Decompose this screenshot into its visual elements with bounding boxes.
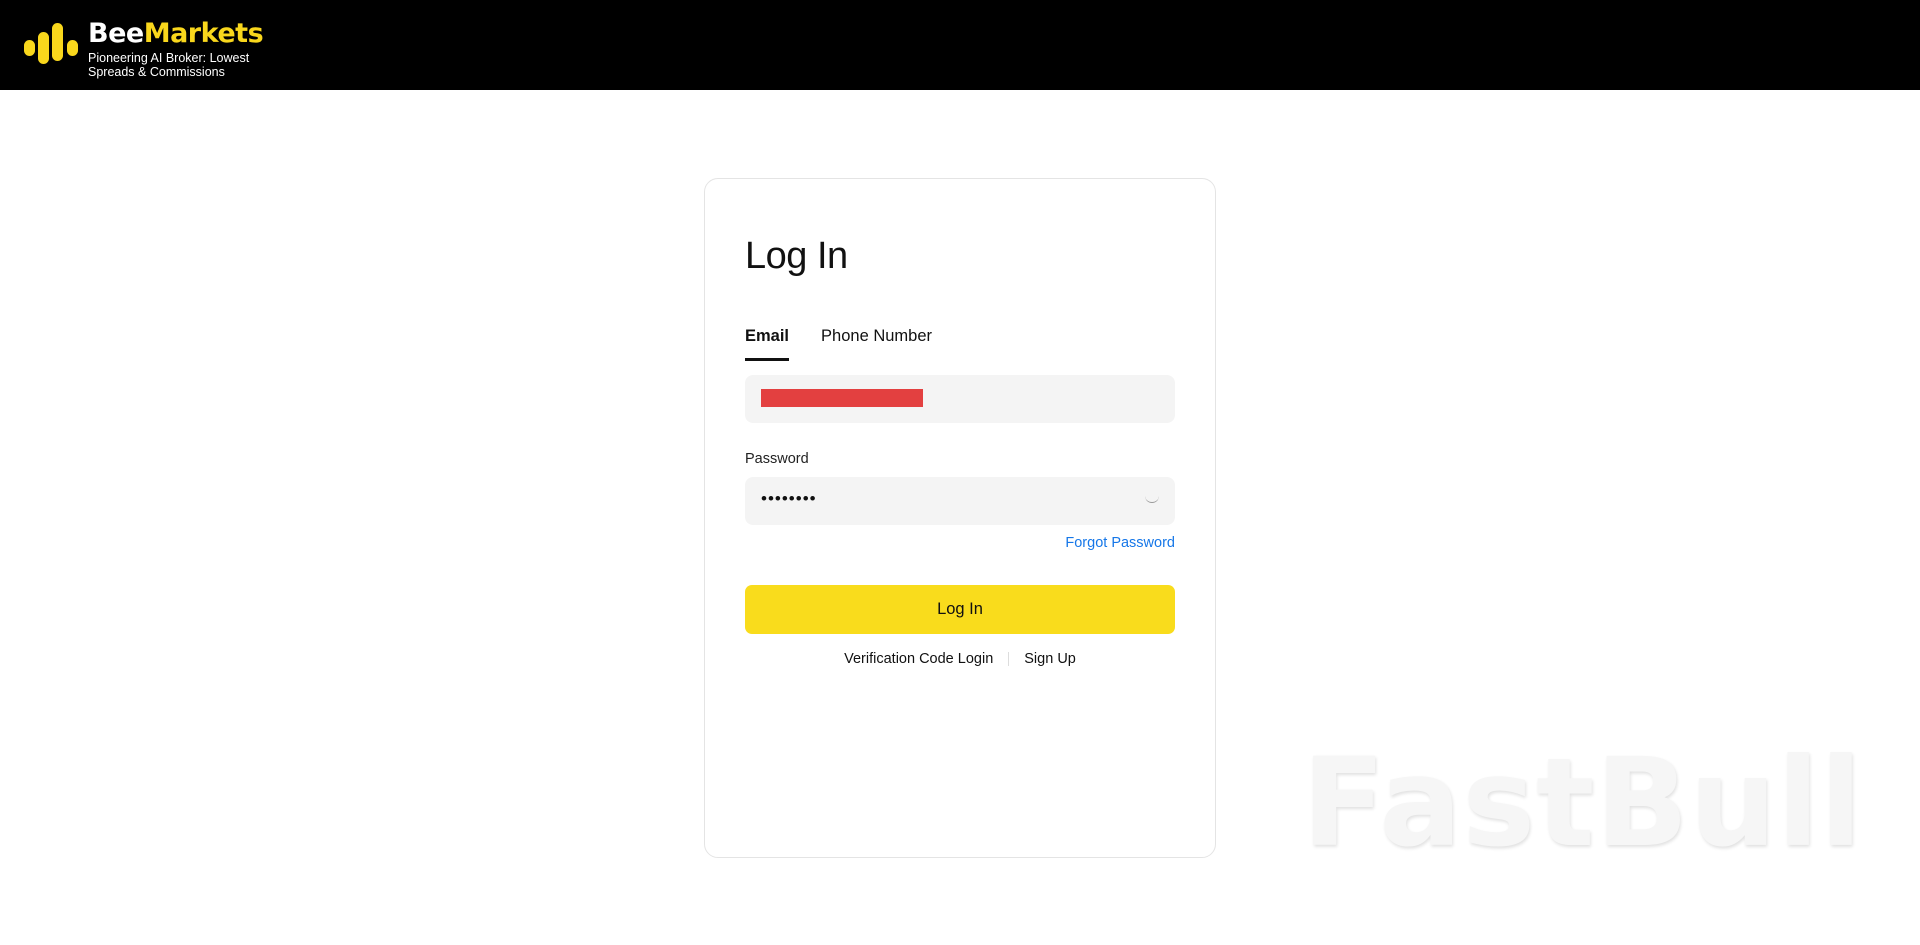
brand-logo[interactable]: BeeMarkets Pioneering AI Broker: Lowest … [24,19,268,79]
redaction-bar [761,389,923,407]
login-method-tabs: Email Phone Number [745,327,964,361]
brand-text: BeeMarkets Pioneering AI Broker: Lowest … [88,19,268,80]
password-value: •••••••• [761,489,817,508]
login-card: Log In Email Phone Number Password •••••… [704,178,1216,858]
brand-name: BeeMarkets [88,19,268,49]
eye-closed-icon[interactable] [1145,495,1159,503]
email-input[interactable] [745,375,1175,423]
watermark: FastBull [1302,732,1863,874]
password-input[interactable]: •••••••• [745,477,1175,525]
verification-code-login-link[interactable]: Verification Code Login [844,651,993,667]
bee-bars-icon [24,19,84,79]
login-button[interactable]: Log In [745,585,1175,634]
alternate-links: Verification Code Login Sign Up [745,651,1175,667]
forgot-password-link[interactable]: Forgot Password [1065,535,1175,551]
page-title: Log In [745,235,848,277]
brand-name-markets: Markets [143,18,264,49]
tab-email[interactable]: Email [745,327,790,361]
top-navbar: BeeMarkets Pioneering AI Broker: Lowest … [0,0,1920,90]
password-label: Password [745,451,809,467]
brand-tagline: Pioneering AI Broker: Lowest Spreads & C… [88,51,250,79]
link-divider [1008,652,1010,666]
brand-name-bee: Bee [88,18,144,49]
tab-phone-number[interactable]: Phone Number [821,327,932,359]
sign-up-link[interactable]: Sign Up [1024,651,1076,667]
